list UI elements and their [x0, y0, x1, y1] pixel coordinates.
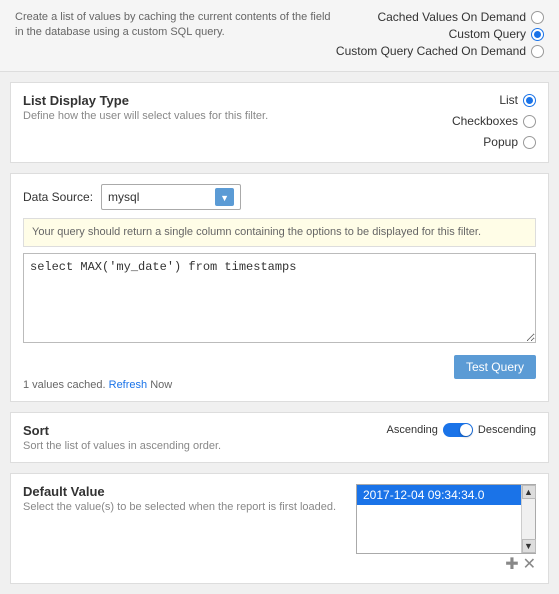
sort-toggle[interactable]	[443, 423, 473, 437]
list-display-description: Define how the user will select values f…	[23, 110, 268, 122]
list-radio[interactable]	[523, 94, 536, 107]
datasource-row: Data Source: mysql	[23, 184, 536, 210]
cache-description: Create a list of values by caching the c…	[15, 10, 336, 41]
custom-query-option[interactable]: Custom Query	[336, 27, 544, 41]
custom-query-radio[interactable]	[531, 28, 544, 41]
descending-label: Descending	[478, 424, 536, 436]
toggle-thumb	[460, 424, 472, 436]
display-type-radio-group: List Checkboxes Popup	[452, 93, 536, 152]
default-value-list-container: 2017-12-04 09:34:34.0 ▲ ▼ ✚ ✕	[356, 484, 536, 573]
list-option[interactable]: List	[452, 93, 536, 107]
datasource-select[interactable]: mysql	[101, 184, 241, 210]
sort-description: Sort the list of values in ascending ord…	[23, 440, 221, 452]
test-query-button[interactable]: Test Query	[454, 355, 536, 379]
custom-query-cached-label: Custom Query Cached On Demand	[336, 44, 526, 58]
ascending-label: Ascending	[387, 424, 438, 436]
popup-option[interactable]: Popup	[452, 135, 536, 149]
query-section: Data Source: mysql Your query should ret…	[10, 173, 549, 402]
cache-status-text: 1 values cached.	[23, 379, 106, 391]
add-item-button[interactable]: ✚	[505, 557, 518, 573]
popup-option-label: Popup	[483, 135, 518, 149]
list-scrollbar: ▲ ▼	[521, 485, 535, 553]
cache-section: Cached Values On Demand Custom Query Cus…	[0, 0, 559, 72]
scroll-down-button[interactable]: ▼	[522, 539, 536, 553]
default-value-section: Default Value Select the value(s) to be …	[10, 473, 549, 584]
popup-radio[interactable]	[523, 136, 536, 149]
datasource-dropdown-arrow[interactable]	[215, 188, 234, 206]
query-textarea[interactable]: select MAX('my_date') from timestamps	[23, 253, 536, 343]
cache-status: 1 values cached. Refresh Now	[23, 379, 536, 391]
datasource-value: mysql	[108, 190, 139, 204]
list-option-label: List	[499, 93, 518, 107]
scroll-up-button[interactable]: ▲	[522, 485, 536, 499]
default-value-list[interactable]: 2017-12-04 09:34:34.0 ▲ ▼	[356, 484, 536, 554]
selected-default-item[interactable]: 2017-12-04 09:34:34.0	[357, 485, 535, 505]
list-display-title: List Display Type	[23, 93, 268, 108]
default-value-description: Select the value(s) to be selected when …	[23, 501, 346, 513]
cached-values-radio[interactable]	[531, 11, 544, 24]
refresh-link[interactable]: Refresh	[109, 379, 148, 391]
cached-values-option[interactable]: Cached Values On Demand	[336, 10, 544, 24]
list-display-section: List Display Type Define how the user wi…	[10, 82, 549, 163]
list-actions: ✚ ✕	[356, 557, 536, 573]
sort-section: Sort Sort the list of values in ascendin…	[10, 412, 549, 463]
custom-query-cached-radio[interactable]	[531, 45, 544, 58]
cached-values-label: Cached Values On Demand	[377, 10, 526, 24]
refresh-now-text: Now	[150, 379, 172, 391]
datasource-label: Data Source:	[23, 190, 93, 204]
sort-toggle-row: Ascending Descending	[387, 423, 536, 437]
custom-query-cached-option[interactable]: Custom Query Cached On Demand	[336, 44, 544, 58]
remove-item-button[interactable]: ✕	[523, 557, 536, 573]
checkboxes-option[interactable]: Checkboxes	[452, 114, 536, 128]
custom-query-label: Custom Query	[449, 27, 526, 41]
query-hint: Your query should return a single column…	[23, 218, 536, 247]
default-value-title: Default Value	[23, 484, 346, 499]
cache-radio-group: Cached Values On Demand Custom Query Cus…	[336, 10, 544, 61]
sort-title: Sort	[23, 423, 221, 438]
checkboxes-option-label: Checkboxes	[452, 114, 518, 128]
checkboxes-radio[interactable]	[523, 115, 536, 128]
